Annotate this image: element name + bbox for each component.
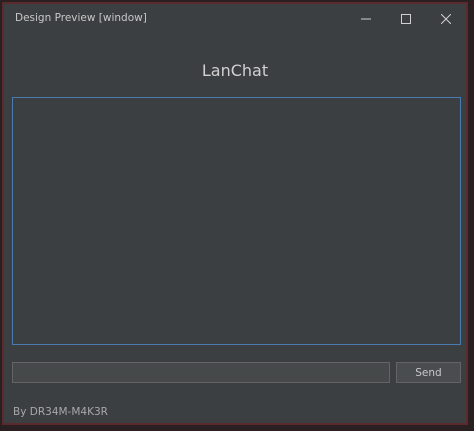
close-button[interactable]	[426, 4, 466, 34]
title-bar[interactable]: Design Preview [window]	[4, 4, 466, 34]
minimize-button[interactable]	[346, 4, 386, 34]
close-icon	[441, 14, 451, 24]
send-button[interactable]: Send	[396, 362, 461, 383]
chat-messages-area[interactable]	[12, 97, 461, 345]
maximize-icon	[401, 14, 411, 24]
footer-credit: By DR34M-M4K3R	[13, 406, 108, 418]
message-input[interactable]	[12, 362, 390, 383]
window-title: Design Preview [window]	[15, 12, 147, 24]
app-title: LanChat	[201, 61, 269, 80]
maximize-button[interactable]	[386, 4, 426, 34]
app-window: Design Preview [window] LanChat Send By …	[2, 2, 468, 425]
minimize-icon	[361, 14, 371, 24]
